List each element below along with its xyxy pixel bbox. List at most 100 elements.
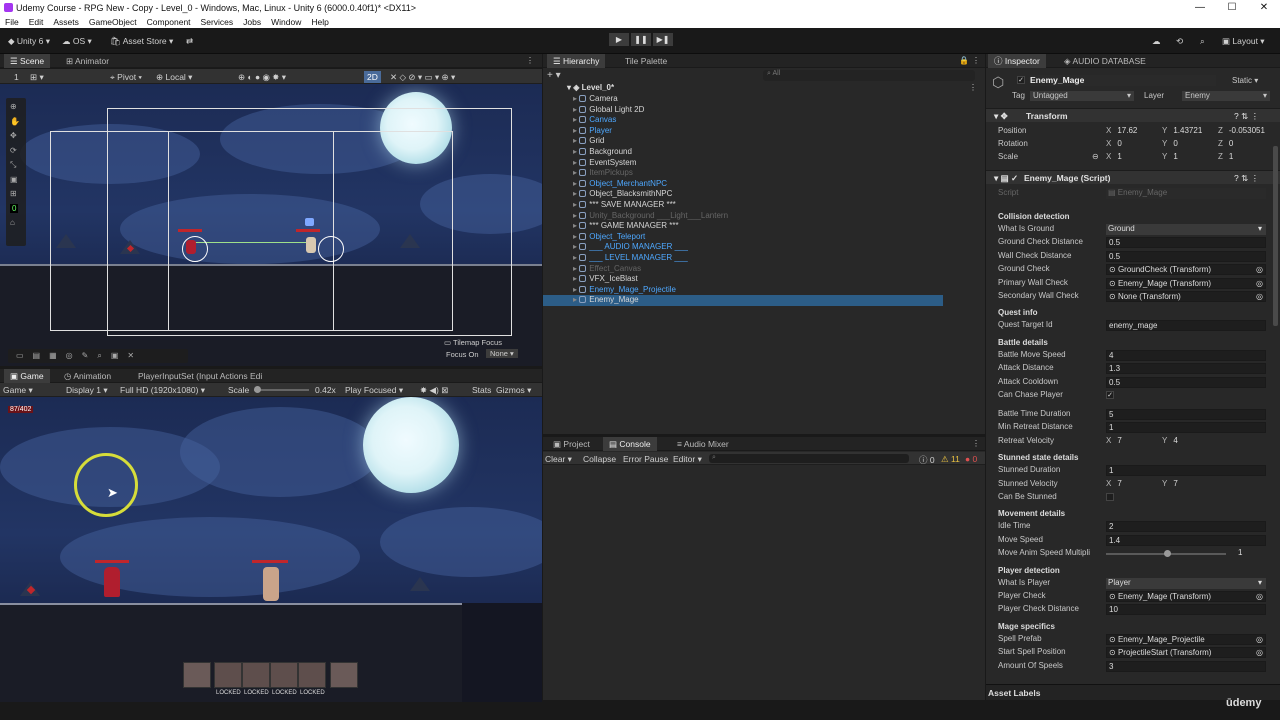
search-icon[interactable]: ⌕ <box>1200 36 1205 47</box>
player-gizmo[interactable] <box>318 236 344 262</box>
move-speed-field[interactable]: 1.4 <box>1106 534 1266 546</box>
hierarchy-item[interactable]: ▸ Object_Teleport <box>573 232 645 243</box>
maximize-icon[interactable]: ☐ <box>1216 0 1248 15</box>
tab-audio-database[interactable]: ◈ AUDIO DATABASE <box>1058 54 1152 68</box>
what-is-player-field[interactable]: Player ▾ <box>1106 577 1266 589</box>
move-speed-field[interactable]: 4 <box>1106 349 1266 361</box>
static-toggle[interactable]: Static ▾ <box>1232 76 1258 85</box>
hierarchy-item[interactable]: ▸ Object_MerchantNPC <box>573 179 667 190</box>
panel-menu-icon[interactable]: ⋮ <box>972 56 980 65</box>
tab-game[interactable]: ▣ Game <box>4 369 50 383</box>
step-button[interactable]: ▶❚ <box>653 33 673 46</box>
lock-icon[interactable]: 🔒 <box>959 56 969 65</box>
local-toggle[interactable]: ⊕ Local ▾ <box>156 72 192 83</box>
inspector-scrollbar[interactable] <box>1273 146 1278 326</box>
attack-distance-field[interactable]: 1.3 <box>1106 363 1266 375</box>
transform-position-z-field[interactable]: Z -0.053051 <box>1218 126 1265 137</box>
object-name-field[interactable]: Enemy_Mage <box>1030 75 1216 86</box>
player-check-field[interactable]: ⊙ Enemy_Mage (Transform) ◎ <box>1106 591 1266 602</box>
hierarchy-item[interactable]: ▸ Background <box>573 147 632 158</box>
tab-tile-palette[interactable]: Tile Palette <box>619 54 673 68</box>
transform-scale-x-field[interactable]: X1 <box>1106 152 1122 163</box>
transform-rotation-x-field[interactable]: X0 <box>1106 139 1122 150</box>
hierarchy-item[interactable]: ▸ Effect_Canvas <box>573 264 641 275</box>
menu-item[interactable]: Help <box>311 17 328 27</box>
panel-menu-icon[interactable]: ⋮ <box>972 439 980 448</box>
error-count[interactable]: ● 0 <box>965 454 977 464</box>
pause-button[interactable]: ❚❚ <box>631 33 651 46</box>
scene-viewport[interactable]: ▭ Tilemap Focus Focus On None ▾ <box>0 84 542 366</box>
skill-slot-locked[interactable] <box>242 662 270 688</box>
inventory-slot[interactable] <box>330 662 358 688</box>
retreat-velocity-y-field[interactable]: Y4 <box>1162 436 1178 447</box>
min-retreat-field[interactable]: 1 <box>1106 422 1266 434</box>
error-pause-toggle[interactable]: Error Pause <box>623 454 668 464</box>
enemy-mage-sprite[interactable] <box>186 240 196 254</box>
hierarchy-item[interactable]: ▸ Canvas <box>573 115 616 126</box>
hierarchy-item[interactable]: ▸ Camera <box>573 94 618 105</box>
pivot-toggle[interactable]: ⌖ Pivot ▾ <box>110 72 142 83</box>
asset-store-button[interactable]: 🛍 Asset Store ▾ <box>110 36 173 47</box>
velocity-x-field[interactable]: X7 <box>1106 479 1122 490</box>
hierarchy-search-input[interactable]: ⌕ All <box>763 70 975 81</box>
scene-gizmo-icons[interactable]: ⊕ ◐ ● ◉ ✸ ▾ <box>238 72 286 83</box>
minimize-icon[interactable]: — <box>1184 0 1216 15</box>
editor-dropdown[interactable]: Editor ▾ <box>673 454 702 465</box>
menu-item[interactable]: Services <box>201 17 234 27</box>
hierarchy-item[interactable]: ▸ Grid <box>573 136 604 147</box>
transform-scale-z-field[interactable]: Z1 <box>1218 152 1233 163</box>
can-be-stunned-checkbox[interactable] <box>1106 493 1114 501</box>
retreat-velocity-x-field[interactable]: X7 <box>1106 436 1122 447</box>
anim-speed-slider[interactable] <box>1106 550 1226 558</box>
hierarchy-item[interactable]: ▸ Object_BlacksmithNPC <box>573 189 672 200</box>
script-component-header[interactable]: ▾ ▤ ✓ Enemy_Mage (Script) ? ⇅ ⋮ <box>986 170 1280 184</box>
time-duration-field[interactable]: 5 <box>1106 409 1266 420</box>
hierarchy-item[interactable]: ▸ Enemy_Mage_Projectile <box>573 285 676 296</box>
layer-dropdown[interactable]: Enemy ▾ <box>1182 91 1270 101</box>
game-viewport[interactable]: 87/402 ➤ <box>0 397 542 702</box>
idle-time-field[interactable]: 2 <box>1106 521 1266 533</box>
hierarchy-item[interactable]: ▸ ___ LEVEL MANAGER ___ <box>573 253 688 264</box>
player-sprite[interactable] <box>306 237 316 253</box>
hierarchy-item[interactable]: ▸ Global Light 2D <box>573 105 644 116</box>
tilemap-tools-overlay[interactable]: ▭▤▦◎✎⌕▣✕ <box>8 349 188 363</box>
panel-menu-icon[interactable]: ⋮ <box>526 56 534 65</box>
tab-input-actions[interactable]: PlayerInputSet (Input Actions Edi <box>132 369 268 383</box>
skill-slot-locked[interactable] <box>214 662 242 688</box>
gizmos-dropdown[interactable]: Gizmos ▾ <box>496 385 531 396</box>
collapse-toggle[interactable]: Collapse <box>583 454 616 464</box>
start-spell-field[interactable]: ⊙ ProjectileStart (Transform) ◎ <box>1106 647 1266 659</box>
link-icon[interactable]: ⊖ <box>1092 152 1099 161</box>
menu-item[interactable]: Edit <box>29 17 44 27</box>
hierarchy-item[interactable]: ▸ *** SAVE MANAGER *** <box>573 200 676 211</box>
scene-menu-icon[interactable]: ⋮ <box>969 83 977 92</box>
scene-view-options-icon[interactable]: ⊞ ▾ <box>30 72 44 83</box>
version-control-icon[interactable]: ⇄ <box>186 36 193 47</box>
tag-dropdown[interactable]: Untagged ▾ <box>1030 91 1134 101</box>
tab-inspector[interactable]: ⓘ Inspector <box>988 54 1046 68</box>
wall-check-distance-field[interactable]: 0.5 <box>1106 250 1266 262</box>
transform-rotation-y-field[interactable]: Y0 <box>1162 139 1178 150</box>
hierarchy-item[interactable]: ▸ Player <box>573 126 612 137</box>
anim-speed-value[interactable]: 1 <box>1238 548 1242 559</box>
hierarchy-item[interactable]: ▸ ItemPickups <box>573 168 633 179</box>
game-view-dropdown[interactable]: Game ▾ <box>3 385 33 396</box>
cloud-icon[interactable]: ☁ <box>1152 36 1161 47</box>
menu-item[interactable]: Jobs <box>243 17 261 27</box>
focus-on-dropdown[interactable]: None ▾ <box>486 349 518 358</box>
tab-hierarchy[interactable]: ☰ Hierarchy <box>547 54 606 68</box>
secondary-wall-check-field[interactable]: ⊙ None (Transform) ◎ <box>1106 291 1266 302</box>
ground-check-field[interactable]: ⊙ GroundCheck (Transform) ◎ <box>1106 264 1266 276</box>
spell-prefab-field[interactable]: ⊙ Enemy_Mage_Projectile ◎ <box>1106 633 1266 645</box>
velocity-y-field[interactable]: Y7 <box>1162 479 1178 490</box>
can-chase-checkbox[interactable]: ✓ <box>1106 391 1114 399</box>
warning-count[interactable]: ⚠ 11 <box>941 454 960 465</box>
scene-layer-toggle[interactable]: 1 <box>14 72 19 82</box>
tab-console[interactable]: ▤ Console <box>603 437 657 451</box>
asset-labels-header[interactable]: Asset Labels <box>988 688 1040 698</box>
tab-audio-mixer[interactable]: ≡ Audio Mixer <box>671 437 735 451</box>
hierarchy-item[interactable]: ▸ VFX_IceBlast <box>573 274 638 285</box>
close-icon[interactable]: ✕ <box>1248 0 1280 15</box>
hierarchy-item[interactable]: ▸ Unity_Background ___Light___Lantern <box>573 211 728 222</box>
target-field[interactable]: enemy_mage <box>1106 320 1266 332</box>
